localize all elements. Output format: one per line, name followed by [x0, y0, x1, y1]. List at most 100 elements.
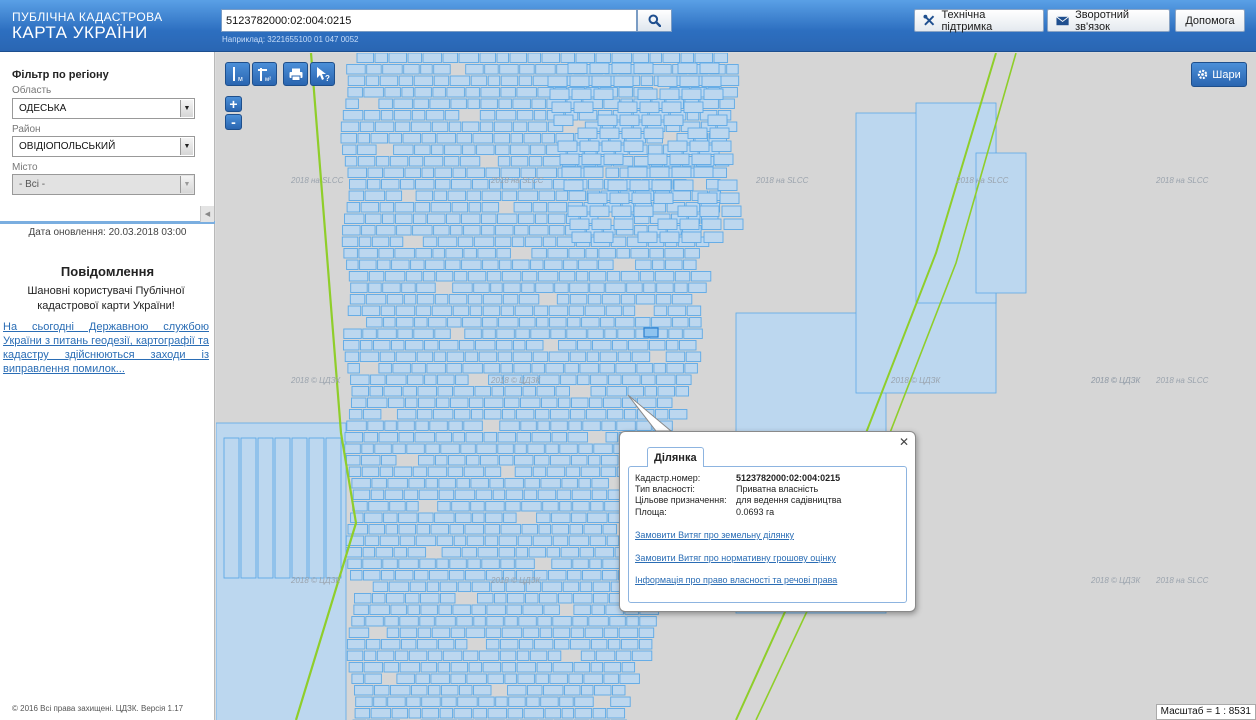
parcel[interactable]: [408, 156, 424, 167]
parcel[interactable]: [511, 236, 525, 247]
tab-parcel[interactable]: Ділянка: [647, 447, 704, 467]
parcel[interactable]: [551, 432, 567, 443]
parcel[interactable]: [517, 190, 539, 201]
parcel[interactable]: [495, 696, 508, 707]
parcel[interactable]: [381, 570, 395, 581]
parcel[interactable]: [701, 75, 722, 87]
parcel[interactable]: [558, 340, 577, 351]
parcel[interactable]: [382, 558, 398, 569]
app-logo[interactable]: ПУБЛІЧНА КАДАСТРОВА КАРТА УКРАЇНИ: [12, 11, 162, 41]
parcel[interactable]: [350, 282, 368, 293]
parcel[interactable]: [512, 121, 528, 132]
parcel[interactable]: [348, 190, 365, 201]
parcel[interactable]: [463, 248, 477, 259]
parcel[interactable]: [368, 282, 382, 293]
parcel[interactable]: [572, 616, 588, 627]
parcel[interactable]: [361, 466, 380, 477]
parcel[interactable]: [447, 190, 467, 201]
parcel[interactable]: [440, 593, 456, 604]
parcel[interactable]: [527, 443, 545, 454]
parcel[interactable]: [402, 133, 421, 144]
parcel[interactable]: [396, 317, 414, 328]
parcel[interactable]: [578, 259, 598, 270]
parcel[interactable]: [480, 98, 498, 109]
parcel[interactable]: [548, 570, 567, 581]
parcel[interactable]: [581, 153, 602, 165]
parcel[interactable]: [416, 409, 433, 420]
parcel[interactable]: [571, 455, 588, 466]
parcel[interactable]: [689, 140, 710, 152]
parcel[interactable]: [405, 593, 420, 604]
parcel[interactable]: [683, 328, 703, 339]
parcel[interactable]: [523, 708, 545, 719]
parcel[interactable]: [679, 75, 700, 87]
parcel[interactable]: [542, 501, 559, 512]
parcel[interactable]: [415, 535, 437, 546]
parcel[interactable]: [372, 581, 389, 592]
parcel[interactable]: [567, 62, 588, 74]
parcel[interactable]: [657, 386, 675, 397]
parcel[interactable]: [504, 673, 517, 684]
parcel[interactable]: [343, 248, 358, 259]
parcel[interactable]: [571, 231, 592, 243]
parcel[interactable]: [471, 604, 486, 615]
parcel[interactable]: [347, 167, 367, 178]
parcel[interactable]: [417, 627, 432, 638]
parcel[interactable]: [394, 121, 411, 132]
parcel[interactable]: [574, 708, 593, 719]
parcel[interactable]: [701, 218, 722, 230]
parcel[interactable]: [346, 259, 359, 270]
parcel[interactable]: [598, 248, 616, 259]
parcel[interactable]: [571, 489, 592, 500]
parcel[interactable]: [468, 202, 482, 213]
parcel[interactable]: [631, 192, 652, 204]
parcel[interactable]: [595, 650, 616, 661]
parcel[interactable]: [435, 179, 451, 190]
parcel[interactable]: [558, 397, 571, 408]
parcel[interactable]: [635, 259, 652, 270]
parcel[interactable]: [462, 363, 483, 374]
parcel[interactable]: [545, 443, 559, 454]
parcel[interactable]: [413, 98, 429, 109]
parcel[interactable]: [668, 328, 683, 339]
parcel[interactable]: [447, 466, 464, 477]
parcel[interactable]: [544, 259, 563, 270]
parcel[interactable]: [384, 616, 399, 627]
parcel[interactable]: [685, 351, 702, 362]
parcel[interactable]: [365, 616, 384, 627]
parcel[interactable]: [419, 558, 436, 569]
parcel[interactable]: [364, 190, 386, 201]
parcel[interactable]: [588, 455, 601, 466]
parcel[interactable]: [403, 294, 417, 305]
parcel[interactable]: [445, 248, 463, 259]
parcel[interactable]: [383, 317, 396, 328]
parcel[interactable]: [435, 455, 448, 466]
parcel[interactable]: [468, 662, 483, 673]
parcel[interactable]: [620, 294, 636, 305]
parcel[interactable]: [452, 167, 466, 178]
parcel[interactable]: [399, 616, 419, 627]
parcel[interactable]: [659, 88, 680, 100]
parcel[interactable]: [340, 133, 357, 144]
parcel[interactable]: [466, 167, 485, 178]
zoom-in-button[interactable]: +: [225, 96, 242, 112]
parcel[interactable]: [518, 213, 535, 224]
parcel[interactable]: [370, 708, 392, 719]
parcel[interactable]: [549, 317, 567, 328]
parcel[interactable]: [378, 363, 392, 374]
parcel[interactable]: [344, 213, 365, 224]
parcel[interactable]: [631, 351, 651, 362]
parcel[interactable]: [657, 75, 678, 87]
parcel[interactable]: [638, 639, 653, 650]
parcel[interactable]: [359, 351, 380, 362]
parcel[interactable]: [567, 432, 588, 443]
parcel[interactable]: [544, 708, 562, 719]
parcel[interactable]: [649, 248, 664, 259]
parcel[interactable]: [453, 409, 471, 420]
parcel[interactable]: [653, 305, 668, 316]
parcel[interactable]: [549, 409, 570, 420]
parcel[interactable]: [518, 75, 533, 86]
parcel[interactable]: [617, 101, 638, 113]
parcel[interactable]: [556, 294, 570, 305]
parcel[interactable]: [677, 205, 698, 217]
